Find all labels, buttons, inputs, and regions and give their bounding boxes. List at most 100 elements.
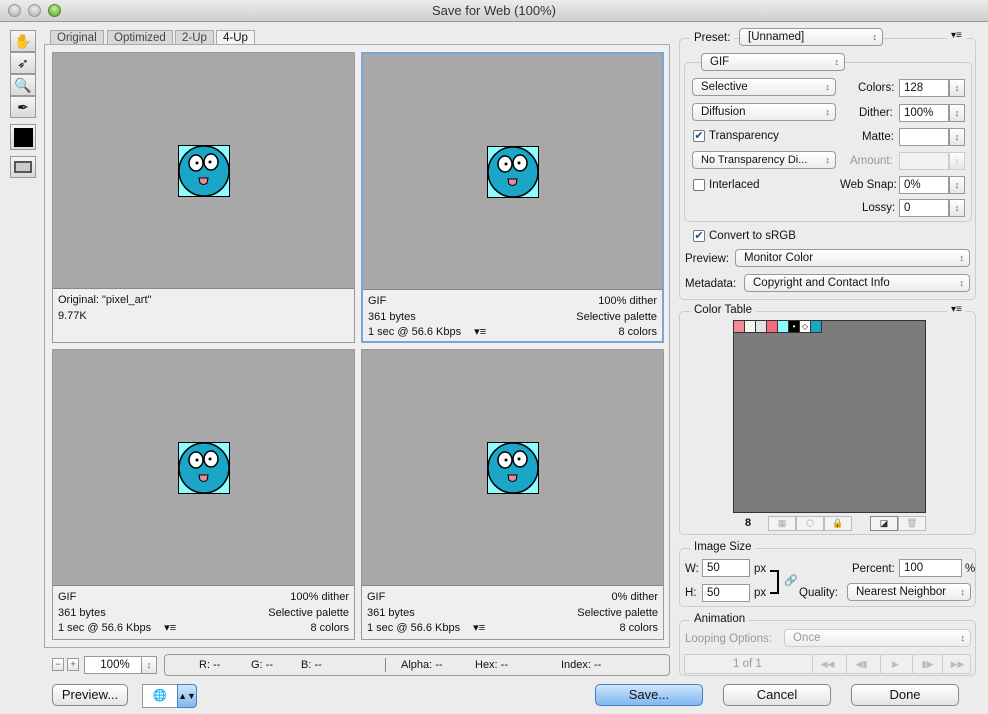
hand-tool[interactable]: ✋: [10, 30, 36, 52]
height-field[interactable]: 50: [702, 584, 750, 602]
preview-color-select[interactable]: Monitor Color: [735, 249, 970, 267]
preview-panel-optimized-2[interactable]: GIF 100% dither 361 bytes Selective palette…: [52, 349, 355, 640]
matte-label: Matte:: [862, 131, 894, 143]
panel-size: 9.77K: [58, 309, 87, 322]
tab-4-up[interactable]: 4-Up: [216, 30, 255, 44]
panel-format: GIF: [368, 295, 387, 307]
colors-stepper[interactable]: ↕: [949, 79, 965, 97]
color-swatch[interactable]: [811, 321, 822, 332]
web-shift-button[interactable]: ⬡: [796, 516, 824, 531]
index-readout: Index: --: [561, 659, 602, 671]
web-snap-stepper[interactable]: ↕: [949, 176, 965, 194]
panel-colors: 8 colors: [619, 622, 658, 634]
web-snap-field[interactable]: 0%: [899, 176, 949, 194]
slice-select-tool[interactable]: ➶: [10, 52, 36, 74]
image-canvas[interactable]: [362, 350, 663, 586]
tab-original[interactable]: Original: [50, 30, 104, 44]
color-swatch[interactable]: •: [789, 321, 800, 332]
image-size-title: Image Size: [690, 541, 756, 553]
image-canvas[interactable]: [363, 54, 662, 290]
dither-algorithm-select[interactable]: Diffusion: [692, 103, 836, 121]
color-swatch[interactable]: [767, 321, 778, 332]
save-button[interactable]: Save...: [595, 684, 703, 706]
zoom-level-dropdown[interactable]: ↕: [141, 656, 157, 674]
optimize-menu-icon[interactable]: ▾≡: [947, 30, 966, 41]
panel-download-time: 1 sec @ 56.6 Kbps: [367, 622, 461, 634]
green-readout: G: --: [251, 659, 273, 671]
color-swatch[interactable]: [745, 321, 756, 332]
zoom-level-field[interactable]: 100%: [84, 656, 142, 674]
trash-icon: 🗑: [906, 518, 918, 528]
preview-panel-optimized-1[interactable]: GIF 100% dither 361 bytes Selective palette…: [361, 52, 664, 343]
colors-label: Colors:: [858, 82, 895, 94]
width-field[interactable]: 50: [702, 559, 750, 577]
image-canvas[interactable]: [53, 350, 354, 586]
matte-dropdown[interactable]: ↕: [949, 128, 965, 146]
panel-format: GIF: [367, 591, 386, 603]
color-swatch[interactable]: [734, 321, 745, 332]
interlaced-checkbox[interactable]: [693, 179, 705, 191]
minimize-button[interactable]: [28, 4, 41, 17]
eyedropper-icon: ✒: [17, 98, 29, 115]
toggle-slices-button[interactable]: [10, 156, 36, 178]
panel-format: Original: "pixel_art": [58, 294, 152, 306]
panel-dither: 0% dither: [611, 591, 658, 603]
browser-preview-select[interactable]: 🌐: [142, 684, 178, 708]
percent-label: Percent:: [852, 563, 895, 575]
color-table-grid[interactable]: • ◇: [733, 320, 926, 513]
blue-readout: B: --: [301, 659, 322, 671]
height-label: H:: [685, 587, 697, 599]
tab-optimized[interactable]: Optimized: [107, 30, 173, 44]
looping-options-label: Looping Options:: [685, 633, 772, 645]
zoom-in-button[interactable]: +: [67, 658, 79, 671]
transparency-dither-select[interactable]: No Transparency Di...: [692, 151, 836, 169]
amount-stepper: ↕: [949, 152, 965, 170]
delete-color-button[interactable]: 🗑: [898, 516, 926, 531]
close-button[interactable]: [8, 4, 21, 17]
matte-field[interactable]: [899, 128, 949, 146]
color-table-menu-icon[interactable]: ▾≡: [947, 304, 966, 315]
percent-field[interactable]: 100: [899, 559, 962, 577]
color-reduction-select[interactable]: Selective: [692, 78, 836, 96]
zoom-out-button[interactable]: −: [52, 658, 64, 671]
transparency-checkbox[interactable]: ✔: [693, 130, 705, 142]
tab-2-up[interactable]: 2-Up: [175, 30, 214, 44]
resample-quality-select[interactable]: Nearest Neighbor: [847, 583, 971, 601]
new-color-button[interactable]: ◪: [870, 516, 898, 531]
height-unit: px: [754, 587, 767, 599]
hex-readout: Hex: --: [475, 659, 508, 671]
zoom-button[interactable]: [48, 4, 61, 17]
color-swatch[interactable]: [756, 321, 767, 332]
convert-srgb-checkbox[interactable]: ✔: [693, 230, 705, 242]
color-swatch[interactable]: ◇: [800, 321, 811, 332]
preview-panel-optimized-3[interactable]: GIF 0% dither 361 bytes Selective palette 1 …: [361, 349, 664, 640]
cancel-button[interactable]: Cancel: [723, 684, 831, 706]
preset-select[interactable]: [Unnamed]: [739, 28, 883, 46]
color-swatch[interactable]: [778, 321, 789, 332]
map-transparent-button[interactable]: ▦: [768, 516, 796, 531]
panel-size: 361 bytes: [58, 606, 106, 619]
file-format-select[interactable]: GIF: [701, 53, 845, 71]
lock-color-button[interactable]: 🔒: [824, 516, 852, 531]
dither-stepper[interactable]: ↕: [949, 104, 965, 122]
download-speed-menu-icon[interactable]: ▾≡: [473, 622, 485, 634]
red-readout: R: --: [199, 659, 221, 671]
panel-colors: 8 colors: [310, 622, 349, 634]
image-canvas[interactable]: [53, 53, 354, 289]
constrain-proportions-link-icon[interactable]: 🔗: [784, 574, 798, 587]
zoom-tool[interactable]: 🔍: [10, 74, 36, 96]
download-speed-menu-icon[interactable]: ▾≡: [474, 326, 486, 338]
eyedropper-tool[interactable]: ✒: [10, 96, 36, 118]
download-speed-menu-icon[interactable]: ▾≡: [164, 622, 176, 634]
metadata-select[interactable]: Copyright and Contact Info: [744, 274, 970, 292]
colors-field[interactable]: 128: [899, 79, 949, 97]
dither-field[interactable]: 100%: [899, 104, 949, 122]
eyedropper-color[interactable]: [10, 124, 36, 150]
preview-panel-original[interactable]: Original: "pixel_art" 9.77K: [52, 52, 355, 343]
done-button[interactable]: Done: [851, 684, 959, 706]
browser-dropdown-arrow[interactable]: ▲▼: [177, 684, 197, 708]
lossy-field[interactable]: 0: [899, 199, 949, 217]
preview-button[interactable]: Preview...: [52, 684, 128, 706]
lossy-stepper[interactable]: ↕: [949, 199, 965, 217]
toggle-slices-icon: [14, 161, 32, 173]
